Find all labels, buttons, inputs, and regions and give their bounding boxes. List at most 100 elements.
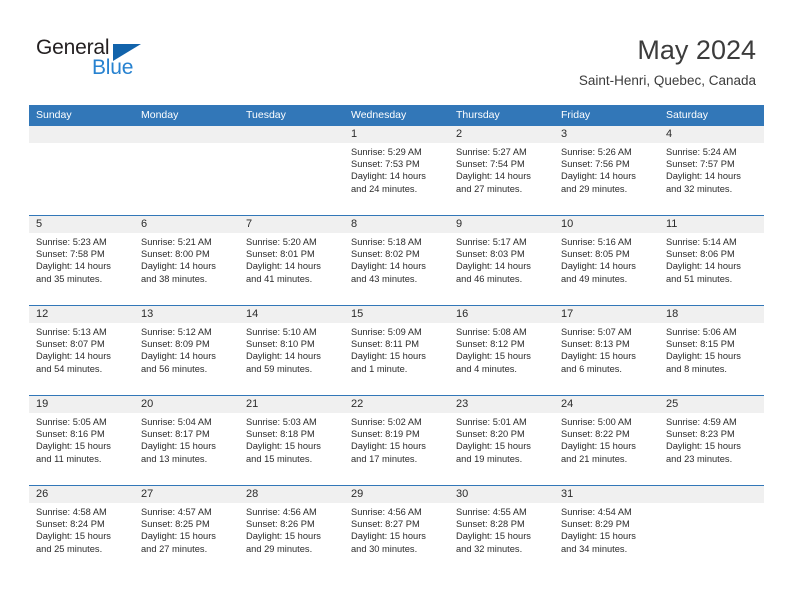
sunset-text: Sunset: 7:58 PM [36, 249, 105, 260]
sunrise-text: Sunrise: 4:55 AM [456, 507, 527, 517]
sunrise-text: Sunrise: 5:24 AM [666, 147, 737, 157]
sunset-text: Sunset: 7:56 PM [561, 159, 630, 170]
day-number: 14 [246, 308, 259, 320]
daylight-text-line2: and 21 minutes. [561, 453, 628, 464]
day-cell[interactable]: Sunrise: 4:56 AM Sunset: 8:26 PM Dayligh… [239, 503, 344, 575]
day-number: 31 [561, 488, 574, 500]
daylight-text-line1: Daylight: 15 hours [456, 351, 531, 362]
day-cell[interactable]: Sunrise: 5:06 AM Sunset: 8:15 PM Dayligh… [659, 323, 764, 395]
day-cell[interactable]: Sunrise: 5:07 AM Sunset: 8:13 PM Dayligh… [554, 323, 659, 395]
day-cell[interactable]: Sunrise: 4:58 AM Sunset: 8:24 PM Dayligh… [29, 503, 134, 575]
sunrise-text: Sunrise: 5:09 AM [351, 327, 422, 337]
daylight-text-line1: Daylight: 14 hours [246, 261, 321, 272]
day-number: 21 [246, 398, 259, 410]
day-cell[interactable] [29, 143, 134, 215]
sunrise-text: Sunrise: 5:03 AM [246, 417, 317, 427]
day-number: 10 [561, 218, 574, 230]
sunrise-text: Sunrise: 5:20 AM [246, 237, 317, 247]
day-number: 27 [141, 488, 154, 500]
sunrise-text: Sunrise: 5:27 AM [456, 147, 527, 157]
sunset-text: Sunset: 8:20 PM [456, 429, 525, 440]
daylight-text-line1: Daylight: 14 hours [666, 261, 741, 272]
day-cell[interactable] [239, 143, 344, 215]
day-cell[interactable]: Sunrise: 5:24 AM Sunset: 7:57 PM Dayligh… [659, 143, 764, 215]
day-cell[interactable]: Sunrise: 5:17 AM Sunset: 8:03 PM Dayligh… [449, 233, 554, 305]
day-cell[interactable]: Sunrise: 5:00 AM Sunset: 8:22 PM Dayligh… [554, 413, 659, 485]
sunrise-text: Sunrise: 4:56 AM [246, 507, 317, 517]
day-cell[interactable]: Sunrise: 5:16 AM Sunset: 8:05 PM Dayligh… [554, 233, 659, 305]
day-cell[interactable]: Sunrise: 5:21 AM Sunset: 8:00 PM Dayligh… [134, 233, 239, 305]
sunset-text: Sunset: 8:10 PM [246, 339, 315, 350]
sunset-text: Sunset: 7:53 PM [351, 159, 420, 170]
daylight-text-line1: Daylight: 14 hours [561, 261, 636, 272]
sunset-text: Sunset: 8:06 PM [666, 249, 735, 260]
day-cell[interactable]: Sunrise: 5:26 AM Sunset: 7:56 PM Dayligh… [554, 143, 659, 215]
daylight-text-line2: and 34 minutes. [561, 543, 628, 554]
daylight-text-line2: and 4 minutes. [456, 363, 517, 374]
sunset-text: Sunset: 8:19 PM [351, 429, 420, 440]
day-number [239, 126, 344, 143]
daylight-text-line1: Daylight: 15 hours [456, 531, 531, 542]
daylight-text-line2: and 49 minutes. [561, 273, 628, 284]
daylight-text-line2: and 11 minutes. [36, 453, 102, 464]
day-cell[interactable]: Sunrise: 5:12 AM Sunset: 8:09 PM Dayligh… [134, 323, 239, 395]
day-number [659, 486, 764, 503]
day-number: 13 [141, 308, 154, 320]
day-cell[interactable]: Sunrise: 5:20 AM Sunset: 8:01 PM Dayligh… [239, 233, 344, 305]
day-cell[interactable]: Sunrise: 5:29 AM Sunset: 7:53 PM Dayligh… [344, 143, 449, 215]
weekday-header-wednesday: Wednesday [351, 109, 407, 121]
day-number: 25 [666, 398, 679, 410]
day-cell[interactable]: Sunrise: 5:14 AM Sunset: 8:06 PM Dayligh… [659, 233, 764, 305]
sunset-text: Sunset: 7:57 PM [666, 159, 735, 170]
weekday-header-row: Sunday Monday Tuesday Wednesday Thursday… [29, 105, 764, 125]
weekday-header-saturday: Saturday [666, 109, 709, 121]
general-blue-logo[interactable]: General Blue [36, 36, 236, 86]
daylight-text-line1: Daylight: 15 hours [246, 441, 321, 452]
day-detail-band: Sunrise: 5:29 AM Sunset: 7:53 PM Dayligh… [29, 143, 764, 215]
day-cell[interactable]: Sunrise: 5:02 AM Sunset: 8:19 PM Dayligh… [344, 413, 449, 485]
daylight-text-line2: and 17 minutes. [351, 453, 418, 464]
day-number: 12 [36, 308, 49, 320]
day-cell[interactable]: Sunrise: 5:13 AM Sunset: 8:07 PM Dayligh… [29, 323, 134, 395]
day-cell[interactable] [134, 143, 239, 215]
daylight-text-line1: Daylight: 14 hours [351, 261, 426, 272]
day-cell[interactable]: Sunrise: 5:05 AM Sunset: 8:16 PM Dayligh… [29, 413, 134, 485]
sunset-text: Sunset: 7:54 PM [456, 159, 525, 170]
day-number: 29 [351, 488, 364, 500]
sunrise-text: Sunrise: 5:14 AM [666, 237, 737, 247]
sunrise-text: Sunrise: 5:05 AM [36, 417, 107, 427]
day-detail-band: Sunrise: 5:05 AM Sunset: 8:16 PM Dayligh… [29, 413, 764, 485]
day-cell[interactable]: Sunrise: 4:59 AM Sunset: 8:23 PM Dayligh… [659, 413, 764, 485]
daylight-text-line2: and 6 minutes. [561, 363, 622, 374]
day-cell[interactable]: Sunrise: 5:04 AM Sunset: 8:17 PM Dayligh… [134, 413, 239, 485]
day-cell[interactable] [659, 503, 764, 575]
day-number: 6 [141, 218, 148, 230]
daylight-text-line1: Daylight: 14 hours [246, 351, 321, 362]
day-cell[interactable]: Sunrise: 5:03 AM Sunset: 8:18 PM Dayligh… [239, 413, 344, 485]
day-cell[interactable]: Sunrise: 4:56 AM Sunset: 8:27 PM Dayligh… [344, 503, 449, 575]
day-cell[interactable]: Sunrise: 5:01 AM Sunset: 8:20 PM Dayligh… [449, 413, 554, 485]
daylight-text-line2: and 13 minutes. [141, 453, 208, 464]
sunrise-text: Sunrise: 5:08 AM [456, 327, 527, 337]
day-cell[interactable]: Sunrise: 5:27 AM Sunset: 7:54 PM Dayligh… [449, 143, 554, 215]
day-cell[interactable]: Sunrise: 4:57 AM Sunset: 8:25 PM Dayligh… [134, 503, 239, 575]
weekday-header-tuesday: Tuesday [246, 109, 286, 121]
page-title: May 2024 [637, 35, 756, 65]
sunset-text: Sunset: 8:00 PM [141, 249, 210, 260]
daylight-text-line1: Daylight: 15 hours [141, 531, 216, 542]
day-cell[interactable]: Sunrise: 5:18 AM Sunset: 8:02 PM Dayligh… [344, 233, 449, 305]
title-block: May 2024 Saint-Henri, Quebec, Canada [579, 34, 756, 90]
day-cell[interactable]: Sunrise: 5:08 AM Sunset: 8:12 PM Dayligh… [449, 323, 554, 395]
day-cell[interactable]: Sunrise: 4:54 AM Sunset: 8:29 PM Dayligh… [554, 503, 659, 575]
day-number: 4 [666, 128, 673, 140]
day-number-band: 12 13 14 15 16 17 18 [29, 306, 764, 323]
day-cell[interactable]: Sunrise: 5:23 AM Sunset: 7:58 PM Dayligh… [29, 233, 134, 305]
day-cell[interactable]: Sunrise: 5:09 AM Sunset: 8:11 PM Dayligh… [344, 323, 449, 395]
sunset-text: Sunset: 8:18 PM [246, 429, 315, 440]
day-number: 15 [351, 308, 364, 320]
daylight-text-line1: Daylight: 15 hours [456, 441, 531, 452]
day-number: 16 [456, 308, 469, 320]
daylight-text-line1: Daylight: 15 hours [246, 531, 321, 542]
day-cell[interactable]: Sunrise: 4:55 AM Sunset: 8:28 PM Dayligh… [449, 503, 554, 575]
day-cell[interactable]: Sunrise: 5:10 AM Sunset: 8:10 PM Dayligh… [239, 323, 344, 395]
